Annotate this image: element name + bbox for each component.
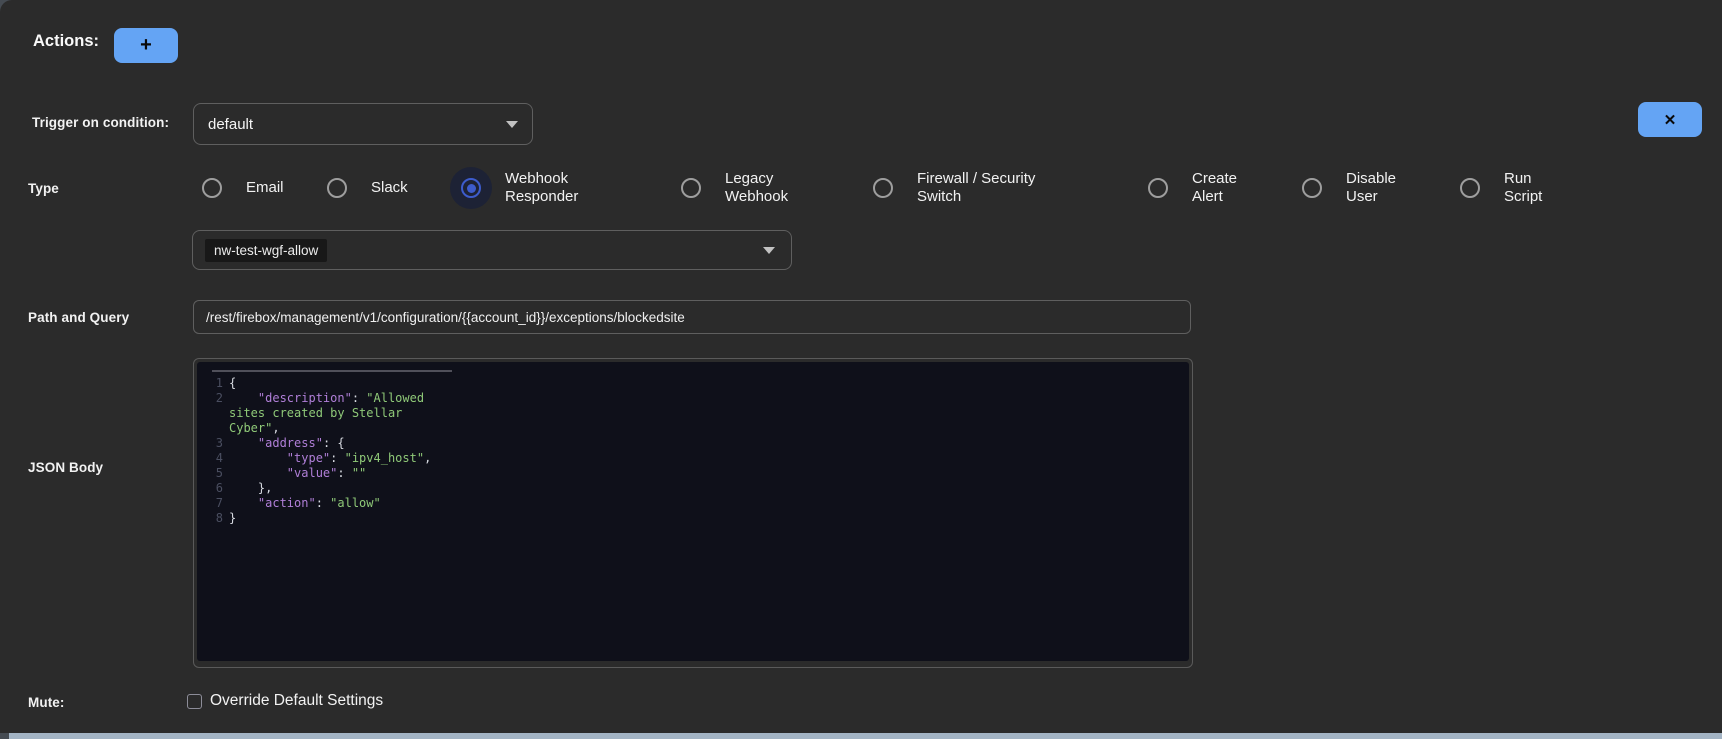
trigger-condition-label: Trigger on condition: (32, 115, 169, 130)
type-option-label: Webhook Responder (505, 170, 597, 206)
code-line: 8} (207, 511, 431, 526)
type-option-disable-user[interactable]: Disable User (1302, 167, 1410, 209)
radio-icon (1460, 178, 1480, 198)
json-body-code: 1{2 "description": "Allowedsites created… (207, 376, 431, 526)
checkbox-icon[interactable] (187, 694, 202, 709)
type-option-label: Disable User (1346, 170, 1410, 206)
radio-icon (327, 178, 347, 198)
type-option-run-script[interactable]: Run Script (1460, 167, 1554, 209)
type-option-firewall-security-switch[interactable]: Firewall / Security Switch (873, 167, 1059, 209)
code-line: 2 "description": "Allowed (207, 391, 431, 406)
action-config-panel: Actions: + Trigger on condition: default… (0, 0, 1722, 733)
actions-title: Actions: (33, 32, 99, 51)
code-line: 4 "type": "ipv4_host", (207, 451, 431, 466)
override-default-settings-label: Override Default Settings (210, 692, 383, 710)
type-option-label: Legacy Webhook (725, 170, 801, 206)
webhook-responder-chip: nw-test-wgf-allow (205, 239, 327, 262)
path-and-query-label: Path and Query (28, 310, 129, 325)
chevron-down-icon (763, 247, 775, 254)
type-option-webhook-responder[interactable]: Webhook Responder (450, 167, 597, 209)
code-line: 5 "value": "" (207, 466, 431, 481)
radio-icon (1148, 178, 1168, 198)
radio-icon (873, 178, 893, 198)
type-option-create-alert[interactable]: Create Alert (1148, 167, 1252, 209)
plus-icon: + (140, 34, 152, 57)
radio-icon (681, 178, 701, 198)
code-line: 3 "address": { (207, 436, 431, 451)
path-and-query-input[interactable] (193, 300, 1191, 334)
json-body-editor[interactable]: 1{2 "description": "Allowedsites created… (193, 358, 1193, 668)
type-option-label: Create Alert (1192, 170, 1252, 206)
code-line: Cyber", (207, 421, 431, 436)
trigger-condition-value: default (208, 116, 506, 133)
code-line: 6 }, (207, 481, 431, 496)
json-body-editor-surface: 1{2 "description": "Allowedsites created… (197, 362, 1189, 661)
close-icon: ✕ (1664, 111, 1677, 129)
add-action-button[interactable]: + (114, 28, 178, 63)
type-option-email[interactable]: Email (202, 167, 284, 209)
code-line: sites created by Stellar (207, 406, 431, 421)
json-body-label: JSON Body (28, 460, 103, 475)
remove-action-button[interactable]: ✕ (1638, 102, 1702, 137)
webhook-responder-select[interactable]: nw-test-wgf-allow (192, 230, 792, 270)
type-option-label: Firewall / Security Switch (917, 170, 1059, 206)
code-line: 1{ (207, 376, 431, 391)
type-option-label: Run Script (1504, 170, 1554, 206)
trigger-condition-select[interactable]: default (193, 103, 533, 145)
radio-icon (1302, 178, 1322, 198)
editor-scrollbar-rule (212, 370, 452, 372)
chevron-down-icon (506, 121, 518, 128)
type-option-slack[interactable]: Slack (327, 167, 408, 209)
mute-label: Mute: (28, 695, 65, 710)
override-default-settings-option[interactable]: Override Default Settings (187, 692, 383, 710)
code-line: 7 "action": "allow" (207, 496, 431, 511)
radio-selected-icon (450, 167, 492, 209)
type-option-legacy-webhook[interactable]: Legacy Webhook (681, 167, 801, 209)
type-option-label: Slack (371, 179, 408, 197)
type-option-label: Email (246, 179, 284, 197)
bottom-panel-edge (9, 733, 1722, 739)
radio-icon (202, 178, 222, 198)
type-label: Type (28, 181, 59, 196)
